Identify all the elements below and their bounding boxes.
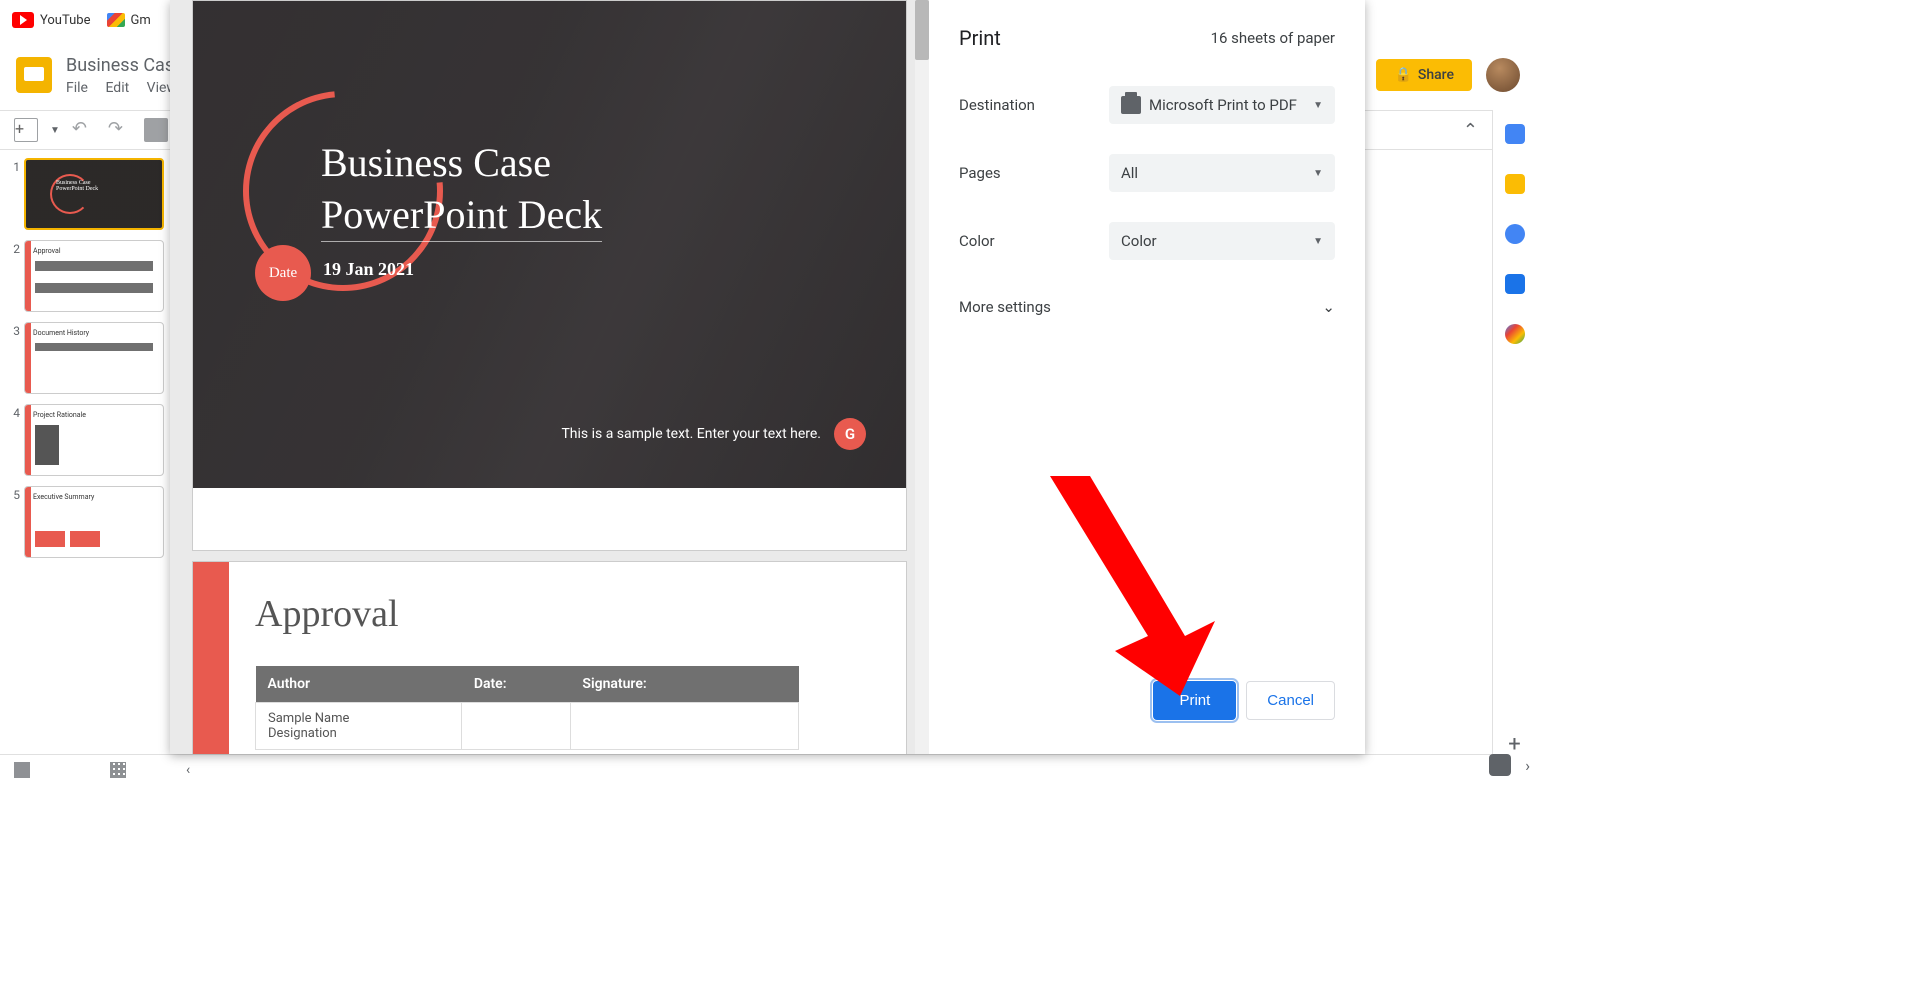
thumb-number: 1 (6, 158, 24, 230)
slide-thumbnail-3[interactable]: Document History (24, 322, 164, 394)
print-preview-pane[interactable]: 1 Business Case PowerPoint Deck Date 19 … (170, 0, 929, 754)
slide-thumbnails-panel: 1 Business CasePowerPoint Deck 2 Approva… (0, 150, 170, 754)
slide-thumbnail-1[interactable]: Business CasePowerPoint Deck (24, 158, 164, 230)
more-settings-toggle[interactable]: More settings ⌄ (959, 290, 1335, 324)
preview-page-2: Approval Author Date: Signature: Sample … (192, 561, 907, 754)
thumb-number: 2 (6, 240, 24, 312)
slide-thumbnail-4[interactable]: Project Rationale (24, 404, 164, 476)
destination-label: Destination (959, 96, 1109, 114)
sheets-count: 16 sheets of paper (1211, 29, 1335, 47)
corner-controls: › (1489, 754, 1530, 776)
collapse-panel-button[interactable]: ‹ (186, 762, 190, 778)
table-cell: Sample NameDesignation (256, 703, 462, 750)
filmstrip-view-icon[interactable] (14, 762, 30, 778)
grid-view-icon[interactable] (110, 762, 126, 778)
table-cell (570, 703, 798, 750)
collapse-toolbar-button[interactable]: ⌃ (1463, 120, 1478, 141)
cancel-button[interactable]: Cancel (1246, 681, 1335, 720)
chevron-right-icon[interactable]: › (1525, 756, 1530, 775)
keep-icon[interactable] (1505, 174, 1525, 194)
browser-tab-gmail[interactable]: Gm (107, 13, 151, 28)
date-badge: Date (255, 245, 311, 301)
tab-label: YouTube (40, 13, 91, 28)
pages-select[interactable]: All ▼ (1109, 154, 1335, 192)
print-settings-pane: Print 16 sheets of paper Destination Mic… (929, 0, 1365, 754)
explore-icon[interactable] (1489, 754, 1511, 776)
slide-1-content: Business Case PowerPoint Deck Date 19 Ja… (193, 1, 906, 488)
print-confirm-button[interactable]: Print (1153, 681, 1236, 720)
youtube-icon (12, 12, 34, 28)
browser-tab-youtube[interactable]: YouTube (12, 12, 91, 28)
slide-thumbnail-2[interactable]: Approval (24, 240, 164, 312)
slide-thumbnail-5[interactable]: Executive Summary (24, 486, 164, 558)
menu-file[interactable]: File (66, 80, 88, 96)
preview-page-1: 1 Business Case PowerPoint Deck Date 19 … (192, 0, 907, 551)
contacts-icon[interactable] (1505, 274, 1525, 294)
print-dialog-title: Print (959, 26, 1001, 50)
printer-icon (1121, 96, 1141, 114)
table-header: Author (256, 666, 462, 703)
print-button-toolbar[interactable] (144, 118, 168, 142)
chevron-down-icon: ▼ (1313, 168, 1323, 179)
menu-edit[interactable]: Edit (105, 80, 129, 96)
slide-title: Business Case PowerPoint Deck (321, 137, 721, 242)
undo-button[interactable]: ↶ (72, 118, 96, 142)
table-header: Date: (462, 666, 571, 703)
thumb-number: 3 (6, 322, 24, 394)
table-header: Signature: (570, 666, 798, 703)
tasks-icon[interactable] (1505, 224, 1525, 244)
side-panel: + (1492, 110, 1536, 754)
color-value: Color (1121, 232, 1157, 250)
pages-value: All (1121, 164, 1138, 182)
add-addon-button[interactable]: + (1505, 734, 1525, 754)
preview-scrollbar[interactable] (915, 0, 929, 754)
gmail-icon (107, 13, 125, 27)
destination-select[interactable]: Microsoft Print to PDF ▼ (1109, 86, 1335, 124)
color-select[interactable]: Color ▼ (1109, 222, 1335, 260)
thumb-number: 5 (6, 486, 24, 558)
approval-table: Author Date: Signature: Sample NameDesig… (255, 666, 799, 750)
bottom-bar: ‹ (0, 754, 1492, 784)
slide-date: 19 Jan 2021 (323, 259, 414, 280)
table-cell (462, 703, 571, 750)
destination-value: Microsoft Print to PDF (1149, 96, 1297, 114)
dropdown-arrow-icon[interactable]: ▼ (50, 125, 60, 136)
sample-text: This is a sample text. Enter your text h… (561, 426, 821, 442)
share-icon: 🔒 (1394, 67, 1411, 83)
share-label: Share (1418, 67, 1454, 83)
print-dialog: 1 Business Case PowerPoint Deck Date 19 … (170, 0, 1365, 754)
slide-2-heading: Approval (255, 592, 856, 636)
thumb-number: 4 (6, 404, 24, 476)
calendar-icon[interactable] (1505, 124, 1525, 144)
maps-icon[interactable] (1505, 324, 1525, 344)
decorative-band (193, 562, 229, 754)
new-slide-button[interactable]: + (14, 118, 38, 142)
redo-button[interactable]: ↷ (108, 118, 132, 142)
tab-label: Gm (131, 13, 151, 28)
chevron-down-icon: ▼ (1313, 236, 1323, 247)
share-button[interactable]: 🔒 Share (1376, 59, 1472, 91)
chevron-down-icon: ⌄ (1322, 298, 1335, 316)
chevron-down-icon: ▼ (1313, 100, 1323, 111)
pages-label: Pages (959, 164, 1109, 182)
g-badge: G (834, 418, 866, 450)
slides-logo-icon[interactable] (16, 57, 52, 93)
color-label: Color (959, 232, 1109, 250)
user-avatar[interactable] (1486, 58, 1520, 92)
more-settings-label: More settings (959, 298, 1051, 316)
